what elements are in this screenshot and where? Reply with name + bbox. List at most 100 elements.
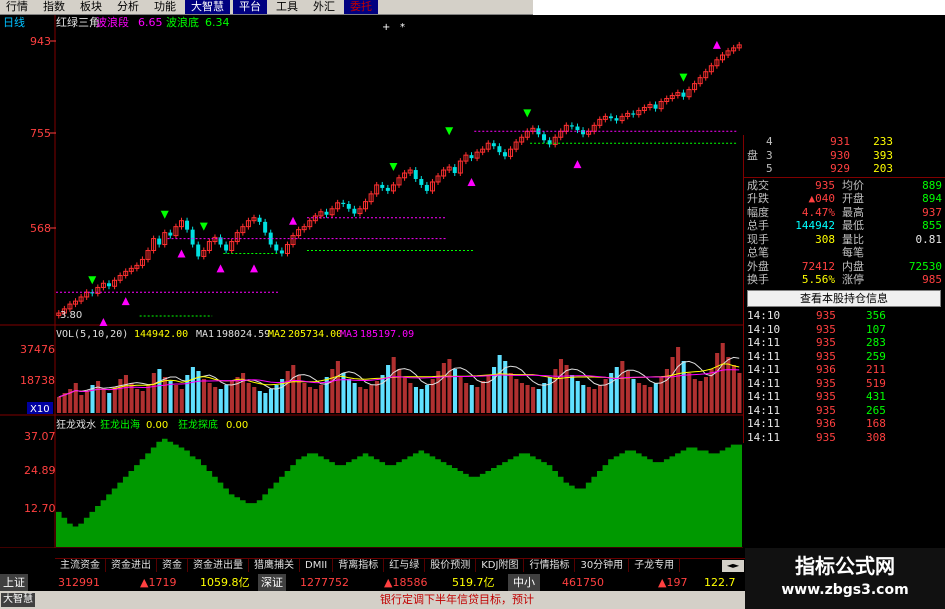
quote-stat-row: 成交 935 均价 889 [744, 179, 945, 193]
tab-1[interactable]: 资金进出 [106, 559, 157, 572]
stat-label: 最高 [842, 205, 864, 219]
ind2-axis-label: 24.89 [24, 464, 56, 477]
stat-label: 均价 [842, 178, 864, 192]
candle-body [385, 187, 390, 191]
menu-item-7[interactable]: 工具 [270, 0, 304, 14]
tick-volume: 431 [866, 390, 886, 403]
tab-3[interactable]: 资金进出量 [188, 559, 249, 572]
volume-bar [726, 357, 731, 413]
tick-price: 936 [816, 363, 836, 376]
volume-bar [698, 381, 703, 413]
tick-row: 14:11 936 211 [744, 363, 944, 377]
tab-4[interactable]: 猎鹰捕关 [249, 559, 300, 572]
tick-price: 935 [816, 390, 836, 403]
menu-item-1[interactable]: 指数 [37, 0, 71, 14]
volume-bar [620, 361, 625, 413]
volume-bar [335, 361, 340, 413]
menu-item-5[interactable]: 大智慧 [185, 0, 230, 14]
volume-bar [441, 363, 446, 413]
volume-bar [391, 357, 396, 413]
candle-body [502, 152, 507, 157]
tab-11[interactable]: 30分钟用 [575, 559, 630, 572]
volume-bar [464, 383, 469, 413]
volume-bar [229, 381, 234, 413]
tick-time: 14:11 [747, 390, 781, 403]
tab-12[interactable]: 子龙专用 [629, 559, 681, 572]
tick-price: 935 [816, 322, 836, 336]
tick-time: 14:11 [747, 376, 781, 390]
candle-body [608, 116, 613, 119]
volume-bar [581, 385, 586, 413]
volume-bar [207, 383, 212, 413]
quote-stat-row: 总手 144942 最低 855 [744, 219, 945, 233]
menu-item-2[interactable]: 板块 [74, 0, 108, 14]
tick-time: 14:11 [747, 336, 781, 349]
tab-8[interactable]: 股价预测 [425, 559, 477, 572]
tick-row: 14:10 935 356 [744, 309, 944, 323]
volume-bar [62, 393, 67, 413]
candle-body [497, 146, 502, 153]
volume-bar [96, 381, 101, 413]
volume-bar [715, 353, 720, 413]
tab-0[interactable]: 主流资金 [55, 559, 106, 572]
volume-bar [123, 375, 129, 413]
tab-7[interactable]: 红与绿 [384, 559, 426, 572]
candle-body [185, 220, 190, 230]
menu-item-9[interactable]: 委托 [344, 0, 378, 14]
stat-label: 涨停 [842, 273, 864, 286]
indicator-label-2: 波浪底 [166, 15, 199, 29]
volume-bar [447, 359, 452, 413]
volume-bar [112, 387, 117, 413]
volume-bar [73, 383, 78, 413]
stat-value: 985 [922, 273, 942, 286]
indicator-value-1: 6.65 [138, 16, 163, 29]
tick-row: 14:11 935 283 [744, 336, 944, 350]
candle-body [196, 244, 201, 257]
stat-value: 308 [815, 232, 835, 246]
tick-price: 936 [816, 417, 836, 430]
view-holdings-button[interactable]: 查看本股持仓信息 [747, 290, 941, 307]
stat-label: 现手 [747, 232, 769, 246]
menu-item-0[interactable]: 行情 [0, 0, 34, 14]
order-book-volume: 203 [873, 162, 893, 175]
volume-bar [519, 383, 524, 413]
volume-bar [575, 381, 580, 413]
volume-bar [146, 385, 151, 413]
sh-change: ▲1719 [140, 576, 177, 589]
menu-item-8[interactable]: 外汇 [307, 0, 341, 14]
tab-10[interactable]: 行情指标 [524, 559, 576, 572]
volume-bar [681, 361, 686, 413]
quote-stat-row: 外盘 72412 内盘 72530 [744, 260, 945, 274]
tab-9[interactable]: KDJ附图 [476, 559, 525, 572]
tab-2[interactable]: 资金 [157, 559, 188, 572]
quote-stat-row: 现手 308 量比 0.81 [744, 233, 945, 247]
news-marquee[interactable]: 银行定调下半年信贷目标，预计 [380, 593, 534, 607]
tab-5[interactable]: DMII [300, 559, 334, 572]
tab-6[interactable]: 背离指标 [333, 559, 385, 572]
zx-label: 中小 [508, 574, 540, 591]
volume-bar [369, 385, 374, 413]
vol-ma1: 198024.59 [216, 329, 270, 340]
tick-volume: 283 [866, 336, 886, 349]
tick-time: 14:11 [747, 363, 781, 376]
menu-item-3[interactable]: 分析 [111, 0, 145, 14]
stat-value: 4.47% [801, 205, 835, 219]
order-book-price: 931 [830, 135, 850, 148]
volume-bar [397, 369, 402, 413]
volume-bar [84, 391, 89, 413]
low-price-label: 3.80 [60, 310, 82, 321]
tick-time: 14:10 [747, 322, 781, 336]
watermark-banner: 指标公式网 www.zbgs3.com [745, 548, 945, 609]
menu-item-6[interactable]: 平台 [233, 0, 267, 14]
stat-value: 144942 [795, 219, 835, 232]
app-logo-label: 大智慧 [1, 593, 35, 607]
tick-price: 935 [816, 376, 836, 390]
quote-stat-row: 升跌 ▲040 开盘 894 [744, 192, 945, 206]
tick-row: 14:10 935 107 [744, 323, 944, 337]
stat-value: 72530 [908, 259, 942, 273]
menu-item-4[interactable]: 功能 [148, 0, 182, 14]
tab-scroll-arrows[interactable]: ◄► [722, 560, 744, 572]
volume-bar [268, 389, 274, 413]
ind2-label-2: 狂龙探底 [178, 418, 218, 431]
volume-bar [737, 373, 742, 413]
